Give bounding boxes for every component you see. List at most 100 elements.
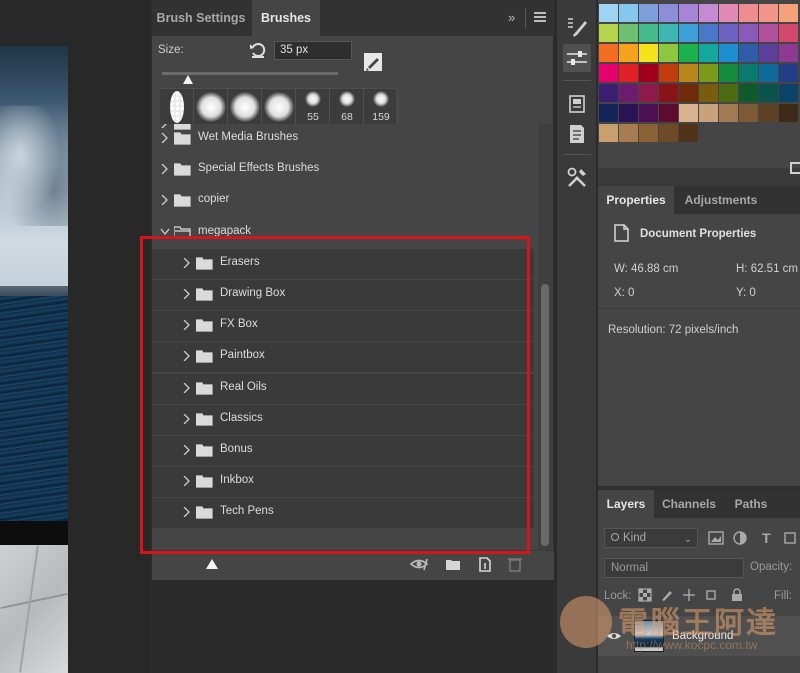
chevron-right-icon[interactable] bbox=[182, 320, 190, 331]
tools-icon[interactable] bbox=[563, 164, 591, 192]
color-swatch[interactable] bbox=[619, 64, 638, 82]
color-swatch[interactable] bbox=[639, 4, 658, 22]
lock-transparent-icon[interactable] bbox=[638, 588, 652, 602]
collapse-panel-icon[interactable]: » bbox=[508, 10, 515, 25]
color-swatch[interactable] bbox=[639, 84, 658, 102]
color-swatch[interactable] bbox=[599, 4, 618, 22]
color-swatch[interactable] bbox=[759, 4, 778, 22]
color-swatch[interactable] bbox=[699, 4, 718, 22]
color-swatch[interactable] bbox=[599, 44, 618, 62]
tab-properties[interactable]: Properties bbox=[598, 186, 674, 214]
color-swatch[interactable] bbox=[759, 64, 778, 82]
color-swatch[interactable] bbox=[739, 44, 758, 62]
brush-preset[interactable]: 159 bbox=[364, 89, 398, 125]
chevron-right-icon[interactable] bbox=[182, 476, 190, 487]
color-swatch[interactable] bbox=[719, 24, 738, 42]
brush-preset[interactable] bbox=[228, 89, 262, 125]
scrollbar-thumb[interactable] bbox=[541, 284, 549, 546]
panel-menu-icon[interactable] bbox=[534, 12, 546, 22]
chevron-right-icon[interactable] bbox=[182, 351, 190, 362]
tab-adjustments[interactable]: Adjustments bbox=[676, 186, 766, 214]
color-swatch[interactable] bbox=[719, 44, 738, 62]
color-swatch[interactable] bbox=[599, 104, 618, 122]
lock-image-icon[interactable] bbox=[660, 588, 674, 602]
color-swatch[interactable] bbox=[679, 64, 698, 82]
color-swatch[interactable] bbox=[659, 124, 678, 142]
brush-subfolder-row[interactable]: Tech Pens bbox=[152, 498, 534, 529]
color-swatch[interactable] bbox=[699, 44, 718, 62]
layer-row-background[interactable]: Background bbox=[598, 616, 800, 656]
visibility-toggle-icon[interactable] bbox=[410, 555, 428, 573]
color-swatch[interactable] bbox=[619, 4, 638, 22]
color-swatch[interactable] bbox=[719, 84, 738, 102]
color-swatch[interactable] bbox=[639, 44, 658, 62]
color-swatch[interactable] bbox=[739, 104, 758, 122]
color-swatch[interactable] bbox=[739, 84, 758, 102]
color-swatch[interactable] bbox=[639, 124, 658, 142]
brush-preset[interactable] bbox=[160, 89, 194, 125]
brush-list-scrollbar[interactable] bbox=[538, 124, 552, 550]
chevron-right-icon[interactable] bbox=[182, 257, 190, 268]
chevron-right-icon[interactable] bbox=[182, 445, 190, 455]
color-swatch[interactable] bbox=[779, 24, 798, 42]
color-swatch[interactable] bbox=[699, 84, 718, 102]
brush-subfolder-row[interactable]: Inkbox bbox=[152, 467, 534, 498]
color-swatch[interactable] bbox=[619, 24, 638, 42]
brush-subfolder-row[interactable]: Paintbox bbox=[152, 342, 534, 373]
chevron-right-icon[interactable] bbox=[182, 507, 190, 518]
brush-preset[interactable]: 68 bbox=[330, 89, 364, 125]
trash-icon[interactable] bbox=[506, 555, 524, 573]
color-swatch[interactable] bbox=[719, 64, 738, 82]
new-brush-icon[interactable] bbox=[476, 555, 494, 573]
adjustment-filter-icon[interactable] bbox=[732, 530, 748, 546]
color-swatch[interactable] bbox=[619, 124, 638, 142]
lock-all-icon[interactable] bbox=[730, 588, 744, 602]
color-swatch[interactable] bbox=[599, 84, 618, 102]
size-input[interactable]: 35 px bbox=[274, 41, 352, 60]
notes-icon[interactable] bbox=[563, 120, 591, 148]
chevron-down-icon[interactable] bbox=[160, 227, 170, 237]
reset-size-icon[interactable] bbox=[248, 40, 268, 60]
color-swatch[interactable] bbox=[619, 44, 638, 62]
eye-icon[interactable] bbox=[606, 630, 622, 642]
color-swatch[interactable] bbox=[779, 84, 798, 102]
brush-folder-row[interactable]: Special Effects Brushes bbox=[152, 155, 534, 185]
preview-size-slider-thumb[interactable] bbox=[206, 559, 218, 569]
color-swatch[interactable] bbox=[599, 24, 618, 42]
brush-subfolder-row[interactable]: Real Oils bbox=[152, 373, 534, 404]
blend-mode-select[interactable]: Normal bbox=[604, 558, 744, 578]
shape-filter-icon[interactable] bbox=[782, 530, 798, 546]
brush-folder-row[interactable]: megapack bbox=[152, 218, 534, 248]
brush-subfolder-row[interactable]: Erasers bbox=[152, 248, 534, 279]
size-slider-thumb[interactable] bbox=[183, 75, 194, 84]
color-swatch[interactable] bbox=[739, 64, 758, 82]
color-swatch[interactable] bbox=[679, 84, 698, 102]
color-swatch[interactable] bbox=[679, 4, 698, 22]
brush-folder-row[interactable]: copier bbox=[152, 186, 534, 216]
create-new-brush-icon[interactable] bbox=[362, 51, 384, 73]
color-swatch[interactable] bbox=[659, 4, 678, 22]
color-swatch[interactable] bbox=[659, 64, 678, 82]
brush-preset[interactable] bbox=[194, 89, 228, 125]
color-swatch[interactable] bbox=[619, 104, 638, 122]
color-swatch[interactable] bbox=[659, 24, 678, 42]
color-swatch[interactable] bbox=[599, 124, 618, 142]
color-swatch[interactable] bbox=[759, 44, 778, 62]
brush-preset[interactable] bbox=[262, 89, 296, 125]
layer-kind-filter[interactable]: Kind ⌄ bbox=[604, 528, 698, 548]
brush-settings-icon[interactable] bbox=[563, 12, 591, 40]
brush-subfolder-row[interactable]: Classics bbox=[152, 404, 534, 435]
color-swatch[interactable] bbox=[639, 24, 658, 42]
tab-channels[interactable]: Channels bbox=[656, 490, 722, 518]
color-swatch[interactable] bbox=[779, 104, 798, 122]
color-swatch[interactable] bbox=[759, 84, 778, 102]
color-swatch[interactable] bbox=[679, 104, 698, 122]
type-filter-icon[interactable]: T bbox=[762, 530, 771, 546]
color-swatch[interactable] bbox=[639, 104, 658, 122]
brush-preset[interactable]: 55 bbox=[296, 89, 330, 125]
new-folder-icon[interactable] bbox=[444, 555, 462, 573]
color-swatch[interactable] bbox=[659, 44, 678, 62]
tab-paths[interactable]: Paths bbox=[726, 490, 776, 518]
color-swatch[interactable] bbox=[699, 64, 718, 82]
color-swatch[interactable] bbox=[739, 4, 758, 22]
